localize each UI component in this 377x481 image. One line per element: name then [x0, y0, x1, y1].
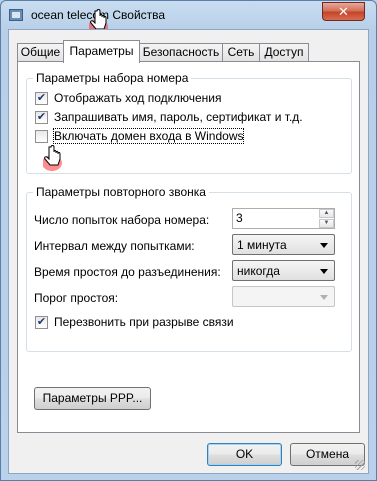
- checkbox-box[interactable]: [35, 316, 48, 329]
- chevron-down-icon: [320, 269, 328, 274]
- redial-options-group: Параметры повторного звонка Число попыто…: [26, 185, 352, 352]
- dialing-options-group: Параметры набора номера Отображать ход п…: [26, 71, 352, 174]
- network-connection-icon: [9, 9, 23, 21]
- chevron-down-icon: [320, 295, 328, 300]
- idle-value: никогда: [237, 264, 280, 278]
- dialog-client-area: Общие Параметры Безопасность Сеть Доступ…: [8, 29, 369, 474]
- checkbox-label: Перезвонить при разрыве связи: [54, 315, 234, 329]
- interval-select[interactable]: 1 минута: [232, 234, 335, 255]
- checkbox-box[interactable]: [35, 92, 48, 105]
- redial-options-title: Параметры повторного звонка: [33, 185, 209, 199]
- attempts-label: Число попыток набора номера:: [34, 213, 210, 227]
- cancel-button[interactable]: Отмена: [290, 443, 365, 466]
- checkbox-label: Отображать ход подключения: [54, 91, 222, 105]
- checkbox-box[interactable]: [35, 130, 48, 143]
- idle-select[interactable]: никогда: [232, 260, 335, 281]
- checkbox-box[interactable]: [35, 111, 48, 124]
- properties-window: ocean telecom Свойства ✕ Общие Параметры…: [0, 0, 377, 481]
- stepper-up-icon[interactable]: ▲: [319, 209, 334, 218]
- checkbox-label: Включать домен входа в Windows: [52, 128, 245, 144]
- interval-label: Интервал между попытками:: [34, 239, 195, 253]
- tab-options[interactable]: Параметры: [63, 40, 140, 63]
- resize-grip-icon[interactable]: [355, 460, 365, 470]
- interval-value: 1 минута: [237, 238, 287, 252]
- attempts-value: 3: [236, 211, 243, 225]
- threshold-label: Порог простоя:: [34, 291, 119, 305]
- threshold-select[interactable]: [232, 286, 335, 307]
- tab-general[interactable]: Общие: [17, 43, 64, 62]
- title-bar[interactable]: ocean telecom Свойства ✕: [1, 1, 376, 29]
- ok-button[interactable]: OK: [207, 443, 282, 466]
- tab-security[interactable]: Безопасность: [139, 43, 223, 62]
- attempts-stepper[interactable]: 3 ▲ ▼: [232, 208, 335, 229]
- dialing-options-title: Параметры набора номера: [33, 71, 192, 85]
- hand-cursor-icon: [43, 145, 62, 171]
- idle-label: Время простоя до разъединения:: [34, 265, 221, 279]
- options-tab-page: Параметры набора номера Отображать ход п…: [17, 61, 360, 433]
- chevron-down-icon: [320, 243, 328, 248]
- tab-network[interactable]: Сеть: [222, 43, 260, 62]
- checkbox-label: Запрашивать имя, пароль, сертификат и т.…: [54, 110, 303, 124]
- stepper-down-icon[interactable]: ▼: [319, 219, 334, 228]
- close-button[interactable]: ✕: [322, 2, 365, 21]
- tab-sharing[interactable]: Доступ: [259, 43, 309, 62]
- ppp-settings-button[interactable]: Параметры PPP...: [34, 387, 151, 410]
